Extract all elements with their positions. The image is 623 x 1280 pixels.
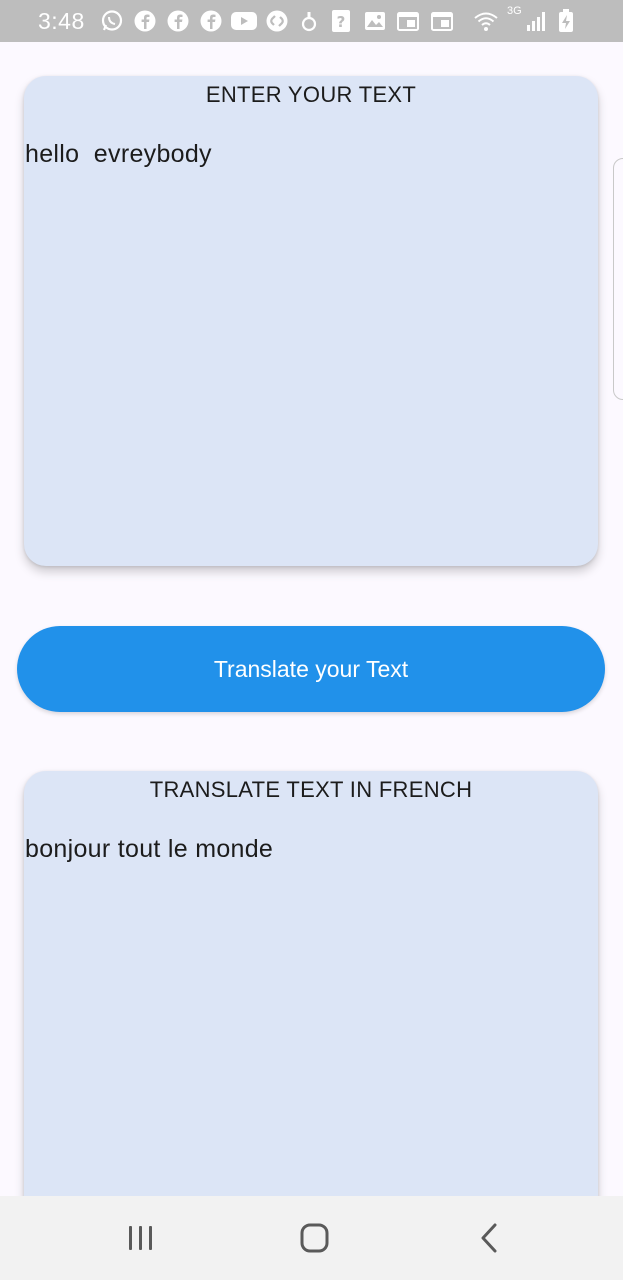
home-icon[interactable] xyxy=(294,1220,334,1256)
output-card: TRANSLATE TEXT IN FRENCH bonjour tout le… xyxy=(24,771,598,1231)
status-bar: 3:48 ? 3G xyxy=(0,0,623,42)
output-card-title: TRANSLATE TEXT IN FRENCH xyxy=(149,777,473,802)
calendar-icon xyxy=(430,9,454,38)
svg-text:?: ? xyxy=(337,13,346,31)
source-text-input[interactable]: hello evreybody xyxy=(25,140,212,169)
edge-panel-handle[interactable] xyxy=(613,158,623,400)
recent-apps-icon[interactable] xyxy=(121,1220,161,1256)
calendar-icon xyxy=(396,9,420,38)
vpn-key-icon xyxy=(299,9,319,38)
whatsapp-icon xyxy=(100,9,124,38)
gallery-icon xyxy=(363,9,387,38)
back-icon[interactable] xyxy=(469,1220,509,1256)
status-time: 3:48 xyxy=(38,8,85,34)
signal-icon xyxy=(525,9,549,38)
translated-text-output: bonjour tout le monde xyxy=(25,835,274,863)
facebook-icon xyxy=(133,9,157,38)
input-card: ENTER YOUR TEXT hello evreybody xyxy=(24,76,598,566)
unknown-app-icon: ? xyxy=(331,9,351,38)
facebook-icon xyxy=(199,9,223,38)
system-icons: 3G xyxy=(473,5,593,33)
shazam-icon xyxy=(265,9,289,38)
wifi-icon xyxy=(473,9,499,38)
battery-charging-icon xyxy=(557,9,575,38)
facebook-icon xyxy=(166,9,190,38)
youtube-icon xyxy=(230,9,258,38)
input-card-title: ENTER YOUR TEXT xyxy=(205,82,417,107)
navigation-bar xyxy=(0,1196,623,1280)
network-type: 3G xyxy=(507,5,522,17)
translate-button[interactable]: Translate your Text xyxy=(17,626,605,712)
